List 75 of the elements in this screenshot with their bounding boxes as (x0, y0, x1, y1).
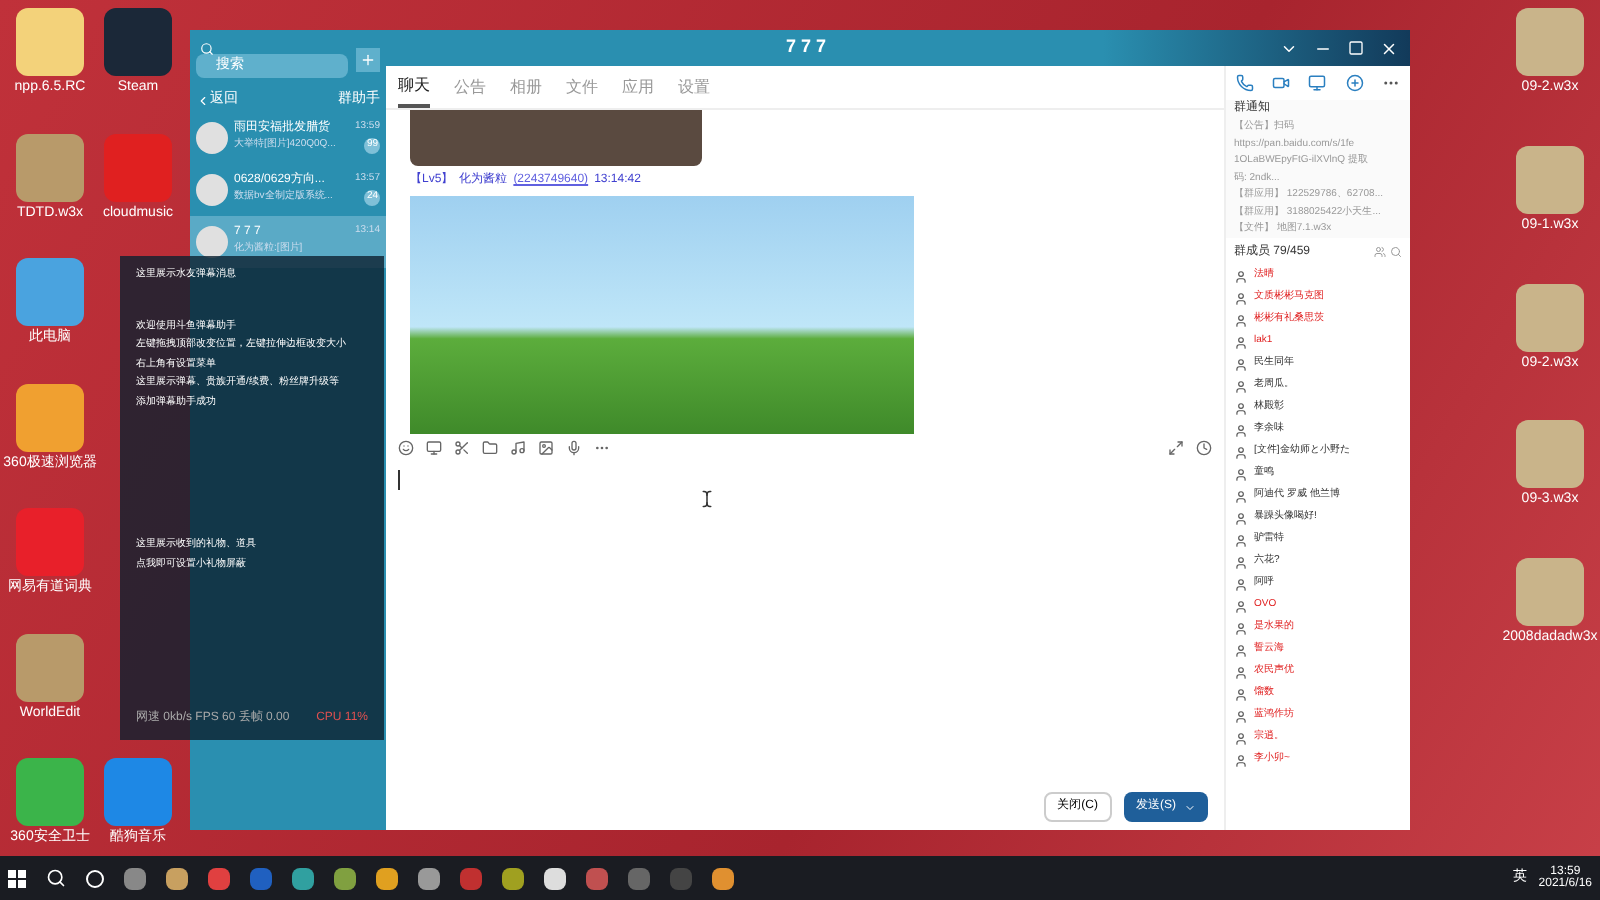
app-icon[interactable] (16, 383, 84, 452)
history-icon[interactable] (1196, 439, 1212, 455)
emoji-icon[interactable] (398, 439, 414, 455)
member-avatar-icon (1234, 445, 1248, 459)
window-title: 7 7 7 (786, 34, 827, 61)
add-icon[interactable] (1345, 74, 1364, 92)
member-avatar-icon (1234, 621, 1248, 635)
maximize-icon[interactable] (1348, 39, 1364, 55)
taskbar-app-icon[interactable] (712, 867, 734, 889)
tab[interactable]: 设置 (678, 66, 710, 108)
close-icon[interactable] (1380, 39, 1398, 57)
member-avatar-icon (1234, 401, 1248, 415)
tab[interactable]: 应用 (622, 66, 654, 108)
app-icon[interactable] (1516, 420, 1584, 489)
member-avatar-icon (1234, 313, 1248, 327)
member-avatar-icon (1234, 269, 1248, 283)
search-icon (200, 41, 214, 55)
member-avatar-icon (1234, 643, 1248, 657)
caret-icon[interactable] (1184, 801, 1196, 813)
member-avatar-icon (1234, 467, 1248, 481)
app-icon[interactable] (1516, 283, 1584, 351)
video-icon[interactable] (1272, 74, 1291, 92)
tab[interactable]: 文件 (566, 66, 598, 108)
taskbar-app-icon[interactable] (544, 867, 566, 889)
windows-icon[interactable] (8, 869, 26, 887)
plus-icon (360, 52, 376, 68)
expand-icon[interactable] (1168, 439, 1184, 455)
member-avatar-icon (1234, 731, 1248, 745)
app-icon[interactable] (16, 633, 84, 702)
taskbar-app-icon[interactable] (166, 867, 188, 889)
member-avatar-icon (1234, 709, 1248, 723)
member-avatar-icon (1234, 357, 1248, 371)
app-icon[interactable] (1516, 558, 1584, 626)
cortana-icon[interactable] (86, 869, 104, 887)
member-avatar-icon (1234, 555, 1248, 569)
microphone-icon[interactable] (566, 439, 582, 455)
avatar-icon (196, 225, 228, 257)
member-avatar-icon (1234, 599, 1248, 613)
taskbar-app-icon[interactable] (502, 867, 524, 889)
members-icon[interactable] (1374, 246, 1386, 258)
text-cursor-icon (698, 489, 716, 507)
chevron-left-icon (196, 93, 210, 108)
image-icon[interactable] (538, 439, 554, 455)
folder-icon[interactable] (482, 439, 498, 455)
taskbar-app-icon[interactable] (292, 867, 314, 889)
tab[interactable]: 相册 (510, 66, 542, 108)
phone-icon[interactable] (1235, 74, 1254, 92)
app-icon[interactable] (104, 8, 172, 76)
app-icon[interactable] (16, 8, 84, 76)
avatar-icon (196, 173, 228, 205)
member-avatar-icon (1234, 511, 1248, 525)
avatar-icon (196, 121, 228, 153)
app-icon[interactable] (1516, 145, 1584, 214)
member-avatar-icon (1234, 665, 1248, 679)
member-avatar-icon (1234, 577, 1248, 591)
app-icon[interactable] (16, 133, 84, 202)
member-avatar-icon (1234, 291, 1248, 305)
member-avatar-icon (1234, 489, 1248, 503)
member-avatar-icon (1234, 423, 1248, 437)
taskbar-app-icon[interactable] (418, 867, 440, 889)
taskbar-app-icon[interactable] (334, 867, 356, 889)
scissors-icon[interactable] (454, 439, 470, 455)
member-avatar-icon (1234, 753, 1248, 767)
music-icon[interactable] (510, 439, 526, 455)
taskbar-app-icon[interactable] (376, 867, 398, 889)
member-avatar-icon (1234, 335, 1248, 349)
member-avatar-icon (1234, 379, 1248, 393)
member-avatar-icon (1234, 687, 1248, 701)
app-icon[interactable] (16, 758, 84, 827)
app-icon[interactable] (16, 258, 84, 327)
app-icon[interactable] (1516, 8, 1584, 76)
screen-icon[interactable] (426, 439, 442, 455)
screen-share-icon[interactable] (1308, 74, 1327, 92)
member-avatar-icon (1234, 533, 1248, 547)
tab[interactable]: 公告 (454, 66, 486, 108)
